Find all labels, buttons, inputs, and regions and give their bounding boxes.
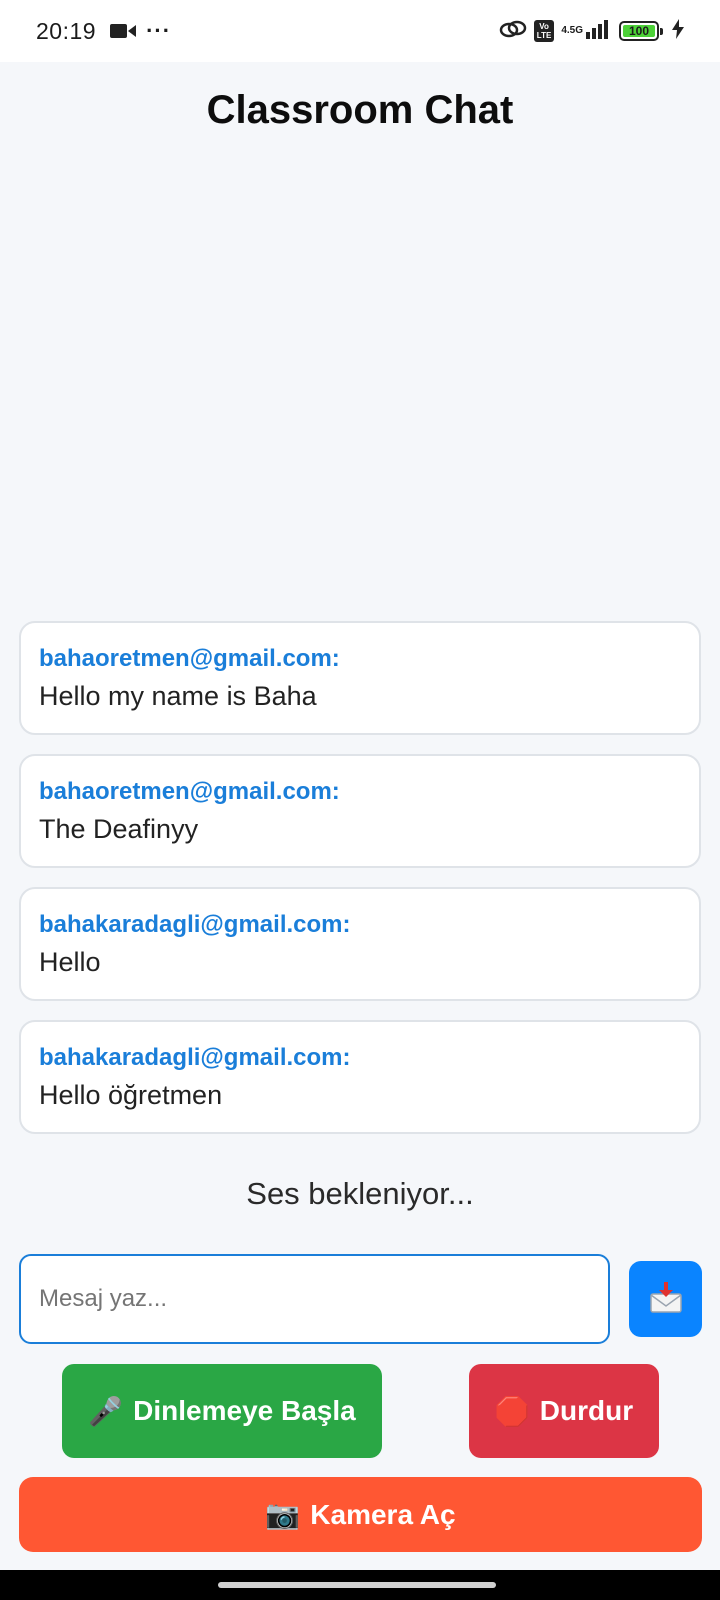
message-card: bahaoretmen@gmail.com: The Deafinyy bbox=[19, 754, 701, 868]
camera-icon: 📷 bbox=[265, 1499, 301, 1530]
send-button[interactable] bbox=[629, 1261, 702, 1337]
message-text: Hello my name is Baha bbox=[39, 681, 317, 711]
message-card: bahakaradagli@gmail.com: Hello öğretmen bbox=[19, 1020, 701, 1134]
open-camera-label: Kamera Aç bbox=[310, 1498, 456, 1530]
more-dots-icon: ··· bbox=[146, 18, 172, 43]
message-input[interactable] bbox=[19, 1254, 610, 1344]
start-listening-label: Dinlemeye Başla bbox=[133, 1395, 356, 1426]
microphone-icon: 🎤 bbox=[88, 1395, 124, 1427]
stop-label: Durdur bbox=[539, 1395, 634, 1426]
message-text: Hello öğretmen bbox=[39, 1080, 223, 1110]
link-icon bbox=[499, 19, 527, 44]
volte-icon: Vo LTE bbox=[533, 20, 555, 42]
home-indicator[interactable] bbox=[218, 1582, 496, 1588]
message-list: bahaoretmen@gmail.com: Hello my name is … bbox=[19, 621, 701, 1153]
start-listening-button[interactable]: 🎤 Dinlemeye Başla bbox=[62, 1364, 382, 1458]
message-sender: bahaoretmen@gmail.com: bbox=[39, 645, 340, 672]
app-screen: 20:19 ··· Vo LTE 4.5G 100 Classroom Chat… bbox=[0, 0, 720, 1600]
status-time: 20:19 bbox=[36, 17, 97, 44]
status-bar: 20:19 ··· Vo LTE 4.5G 100 bbox=[0, 0, 720, 62]
envelope-with-arrow-icon bbox=[648, 1280, 684, 1319]
battery-level: 100 bbox=[623, 24, 655, 38]
listening-status: Ses bekleniyor... bbox=[246, 1176, 474, 1211]
status-icons: Vo LTE 4.5G 100 bbox=[499, 18, 684, 44]
page-title: Classroom Chat bbox=[206, 88, 514, 132]
network-type: 4.5G bbox=[561, 25, 583, 36]
stop-sign-icon: 🛑 bbox=[494, 1395, 530, 1427]
message-text: The Deafinyy bbox=[39, 814, 199, 844]
message-card: bahakaradagli@gmail.com: Hello bbox=[19, 887, 701, 1001]
message-sender: bahakaradagli@gmail.com: bbox=[39, 911, 351, 938]
charging-icon bbox=[672, 18, 684, 44]
video-camera-icon bbox=[110, 23, 137, 39]
message-text: Hello bbox=[39, 947, 101, 977]
stop-button[interactable]: 🛑 Durdur bbox=[469, 1364, 659, 1458]
message-sender: bahakaradagli@gmail.com: bbox=[39, 1044, 351, 1071]
battery-icon: 100 bbox=[619, 21, 663, 41]
system-nav-bar bbox=[0, 1570, 720, 1600]
signal-icon bbox=[586, 19, 612, 44]
message-card: bahaoretmen@gmail.com: Hello my name is … bbox=[19, 621, 701, 735]
message-sender: bahaoretmen@gmail.com: bbox=[39, 778, 340, 805]
open-camera-button[interactable]: 📷 Kamera Aç bbox=[19, 1477, 702, 1552]
